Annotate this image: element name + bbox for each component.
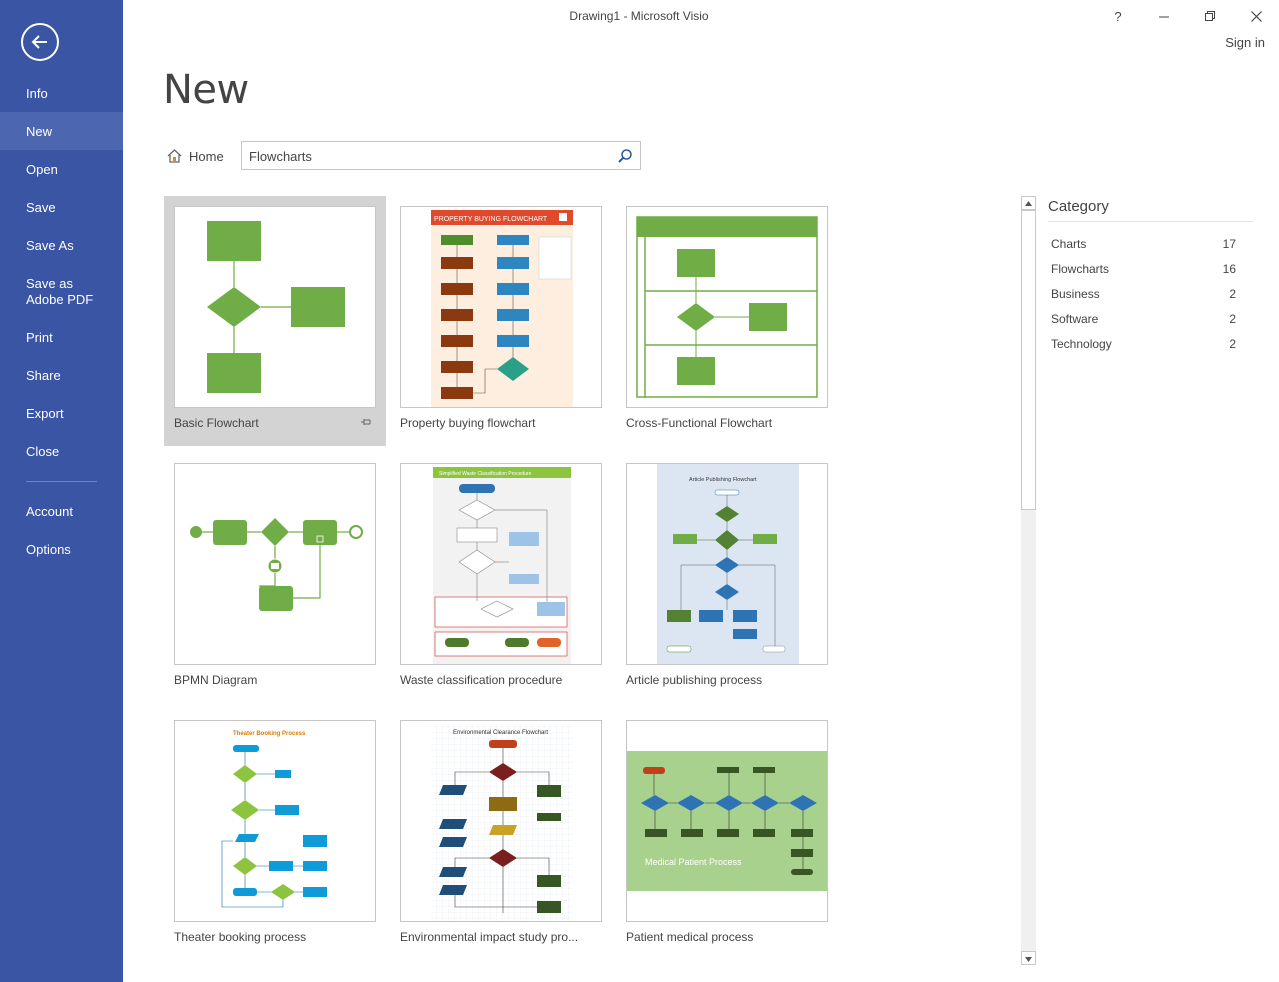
nav-save-as[interactable]: Save As: [0, 238, 123, 254]
environmental-impact-preview: Environmental Clearance Flowchart: [431, 724, 573, 921]
home-icon: [167, 149, 182, 163]
bpmn-preview: [190, 518, 363, 611]
category-count: 2: [1229, 287, 1236, 301]
category-item-flowcharts[interactable]: Flowcharts 16: [1051, 262, 1236, 276]
minimize-icon: [1158, 16, 1169, 17]
template-property-buying-flowchart[interactable]: PROPERTY BUYING FLOWCHART Property buyin…: [390, 196, 612, 446]
waste-classification-preview: Simplified Waste Classification Procedur…: [433, 467, 571, 664]
category-count: 16: [1222, 262, 1236, 276]
template-patient-medical-process[interactable]: Medical Patient Process Patient medical …: [616, 710, 838, 960]
scroll-down-button[interactable]: [1021, 951, 1036, 965]
category-count: 2: [1229, 312, 1236, 326]
nav-share[interactable]: Share: [0, 368, 123, 384]
chevron-up-icon: [1025, 201, 1032, 206]
template-cross-functional-flowchart[interactable]: Cross-Functional Flowchart: [616, 196, 838, 446]
category-divider: [1048, 221, 1253, 222]
home-label: Home: [189, 148, 224, 164]
nav-options[interactable]: Options: [0, 542, 123, 558]
close-icon: [1250, 10, 1262, 22]
article-publishing-preview: Article Publishing Flowchart: [657, 464, 799, 664]
page-title: New: [163, 67, 249, 113]
property-buying-preview: PROPERTY BUYING FLOWCHART: [431, 210, 573, 407]
template-label: Basic Flowchart: [174, 416, 259, 430]
template-thumbnail: [626, 206, 828, 408]
template-label: Theater booking process: [174, 930, 307, 944]
nav-account[interactable]: Account: [0, 504, 123, 520]
home-link[interactable]: Home: [166, 146, 224, 166]
theater-booking-preview: Theater Booking Process: [221, 731, 327, 908]
basic-flowchart-preview: [207, 221, 345, 393]
template-basic-flowchart[interactable]: Basic Flowchart: [164, 196, 386, 446]
nav-export[interactable]: Export: [0, 406, 123, 422]
category-title: Category: [1048, 198, 1109, 215]
restore-button[interactable]: [1196, 4, 1224, 28]
category-item-software[interactable]: Software 2: [1051, 312, 1236, 326]
templates-scrollbar[interactable]: [1021, 196, 1036, 965]
thumb-title: Medical Patient Process: [645, 857, 742, 867]
category-name: Business: [1051, 287, 1100, 301]
category-name: Flowcharts: [1051, 262, 1110, 276]
pin-icon[interactable]: [360, 416, 372, 428]
category-count: 17: [1222, 237, 1236, 251]
sign-in-link[interactable]: Sign in: [1225, 35, 1265, 50]
template-bpmn-diagram[interactable]: BPMN Diagram: [164, 453, 386, 703]
chevron-down-icon: [1025, 957, 1032, 962]
category-item-technology[interactable]: Technology 2: [1051, 337, 1236, 351]
cross-functional-preview: [636, 216, 818, 398]
nav-open[interactable]: Open: [0, 162, 123, 178]
template-environmental-impact-study-process[interactable]: Environmental Clearance Flowchart Enviro…: [390, 710, 612, 960]
category-item-charts[interactable]: Charts 17: [1051, 237, 1236, 251]
help-icon: ?: [1114, 8, 1122, 24]
template-label: Cross-Functional Flowchart: [626, 416, 773, 430]
window-title: Drawing1 - Microsoft Visio: [569, 9, 709, 23]
help-button[interactable]: ?: [1104, 4, 1132, 28]
template-thumbnail: Simplified Waste Classification Procedur…: [400, 463, 602, 665]
thumb-title: PROPERTY BUYING FLOWCHART: [434, 216, 548, 223]
minimize-button[interactable]: [1150, 4, 1178, 28]
nav-save[interactable]: Save: [0, 200, 123, 216]
backstage-sidebar: Info New Open Save Save As Save as Adobe…: [0, 0, 123, 982]
scroll-up-button[interactable]: [1021, 196, 1036, 210]
nav-print[interactable]: Print: [0, 330, 123, 346]
restore-icon: [1204, 10, 1215, 21]
category-item-business[interactable]: Business 2: [1051, 287, 1236, 301]
template-thumbnail: [174, 463, 376, 665]
thumb-title: Theater Booking Process: [233, 731, 306, 737]
thumb-title: Environmental Clearance Flowchart: [453, 730, 548, 736]
thumb-title: Article Publishing Flowchart: [689, 477, 757, 483]
nav-divider: [26, 481, 97, 482]
thumb-title: Simplified Waste Classification Procedur…: [439, 471, 532, 477]
template-thumbnail: Theater Booking Process: [174, 720, 376, 922]
template-thumbnail: PROPERTY BUYING FLOWCHART: [400, 206, 602, 408]
template-label: Environmental impact study pro...: [400, 930, 579, 944]
template-label: Waste classification procedure: [400, 673, 563, 687]
template-label: Article publishing process: [626, 673, 763, 687]
template-search-box: [241, 141, 641, 170]
close-window-button[interactable]: [1242, 4, 1270, 28]
template-label: Property buying flowchart: [400, 416, 536, 430]
template-waste-classification-procedure[interactable]: Simplified Waste Classification Procedur…: [390, 453, 612, 703]
category-name: Charts: [1051, 237, 1087, 251]
arrow-left-icon: [31, 35, 47, 49]
nav-info[interactable]: Info: [0, 86, 123, 102]
template-thumbnail: Article Publishing Flowchart: [626, 463, 828, 665]
patient-medical-preview: Medical Patient Process: [627, 751, 827, 891]
search-input[interactable]: [249, 147, 609, 165]
template-label: Patient medical process: [626, 930, 754, 944]
nav-close[interactable]: Close: [0, 444, 123, 460]
template-article-publishing-process[interactable]: Article Publishing Flowchart Article pub…: [616, 453, 838, 703]
scrollbar-thumb[interactable]: [1021, 210, 1036, 510]
back-button[interactable]: [21, 23, 59, 61]
category-name: Technology: [1051, 337, 1112, 351]
nav-new[interactable]: New: [0, 112, 123, 150]
template-thumbnail: [174, 206, 376, 408]
template-thumbnail: Medical Patient Process: [626, 720, 828, 922]
category-count: 2: [1229, 337, 1236, 351]
category-name: Software: [1051, 312, 1099, 326]
template-theater-booking-process[interactable]: Theater Booking Process Theater booking …: [164, 710, 386, 960]
template-label: BPMN Diagram: [174, 673, 258, 687]
nav-save-as-adobe-pdf[interactable]: Save as Adobe PDF: [0, 276, 123, 308]
search-icon[interactable]: [617, 148, 633, 164]
template-thumbnail: Environmental Clearance Flowchart: [400, 720, 602, 922]
